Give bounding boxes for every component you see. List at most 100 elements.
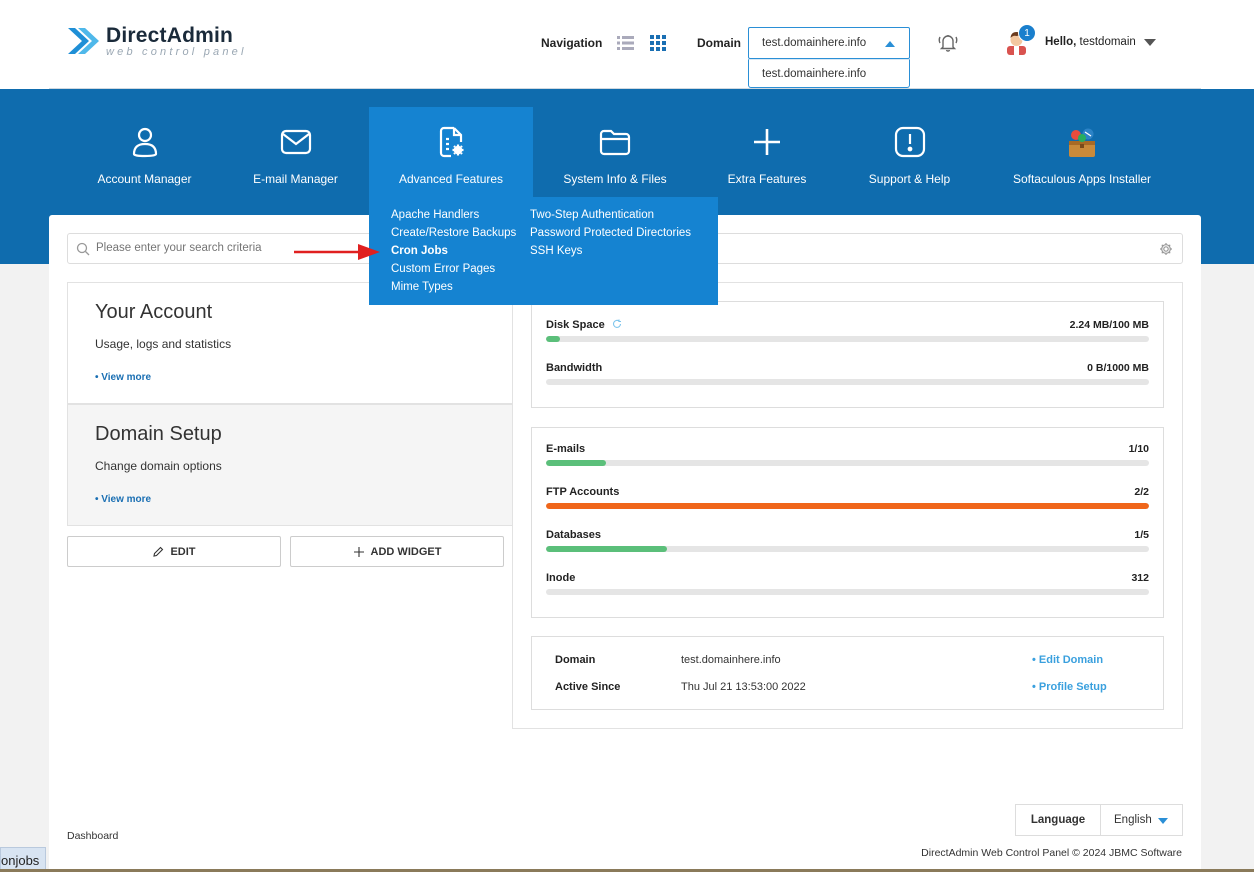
progress-fill [546, 336, 560, 342]
menu-email-manager[interactable]: E-mail Manager [240, 107, 351, 197]
chevron-down-icon[interactable] [1144, 39, 1156, 46]
add-widget-button[interactable]: ADD WIDGET [290, 536, 504, 567]
stat-value: 1/5 [1134, 529, 1149, 541]
divider [49, 88, 1201, 89]
hello-prefix: Hello, [1045, 36, 1077, 48]
user-icon [132, 127, 157, 158]
edit-domain-link[interactable]: • Edit Domain [1032, 654, 1103, 666]
domain-dropdown-option[interactable]: test.domainhere.info [748, 59, 910, 88]
menu-label: Support & Help [868, 172, 951, 186]
info-active-since-value: Thu Jul 21 13:53:00 2022 [681, 681, 806, 693]
menu-item-apache-handlers[interactable]: Apache Handlers [391, 208, 516, 226]
stat-label: FTP Accounts [546, 486, 620, 498]
menu-item-two-step-auth[interactable]: Two-Step Authentication [530, 208, 691, 226]
progress-bar [546, 589, 1149, 595]
gear-icon[interactable] [1159, 242, 1173, 256]
stat-value: 1/10 [1128, 443, 1149, 455]
progress-bar [546, 546, 1149, 552]
stat-label: Bandwidth [546, 362, 603, 374]
card-description: Usage, logs and statistics [95, 337, 232, 351]
logo[interactable]: DirectAdmin web control panel [66, 24, 247, 58]
grid-view-icon[interactable] [650, 35, 666, 51]
progress-fill [546, 460, 607, 466]
info-domain-value: test.domainhere.info [681, 654, 781, 666]
domain-select[interactable]: test.domainhere.info [748, 27, 910, 59]
caret-up-icon [885, 41, 895, 47]
breadcrumb[interactable]: Dashboard [67, 830, 118, 842]
stat-value: 0 B/1000 MB [1087, 362, 1149, 374]
dropdown-column-2: Two-Step Authentication Password Protect… [530, 208, 691, 262]
stat-value: 312 [1131, 572, 1149, 584]
menu-item-custom-error-pages[interactable]: Custom Error Pages [391, 262, 516, 280]
language-label: Language [1016, 805, 1101, 835]
edit-label: EDIT [170, 545, 196, 558]
directadmin-logo-icon [68, 28, 99, 54]
domain-selected-value: test.domainhere.info [762, 37, 867, 49]
refresh-icon[interactable] [612, 319, 622, 329]
dropdown-column-1: Apache Handlers Create/Restore Backups C… [391, 208, 516, 298]
view-more-label: View more [101, 494, 152, 505]
logo-title: DirectAdmin [106, 23, 234, 47]
plus-icon [353, 546, 364, 557]
card-title: Your Account [95, 301, 213, 323]
exclamation-icon [894, 126, 925, 158]
caret-down-icon [1158, 818, 1168, 824]
bell-icon[interactable] [936, 30, 960, 54]
notification-badge[interactable]: 1 [1018, 24, 1036, 42]
view-more-label: View more [101, 372, 152, 383]
menu-item-create-restore-backups[interactable]: Create/Restore Backups [391, 226, 516, 244]
menu-item-ssh-keys[interactable]: SSH Keys [530, 244, 691, 262]
file-gear-icon [439, 126, 464, 158]
folder-icon [599, 129, 631, 156]
menu-system-info-files[interactable]: System Info & Files [555, 107, 675, 197]
menu-item-password-protected-dirs[interactable]: Password Protected Directories [530, 226, 691, 244]
menu-extra-features[interactable]: Extra Features [715, 107, 819, 197]
menu-item-cron-jobs[interactable]: Cron Jobs [391, 244, 516, 262]
add-widget-label: ADD WIDGET [370, 545, 442, 558]
pencil-icon [153, 546, 164, 557]
menu-support-help[interactable]: Support & Help [856, 107, 963, 197]
menu-item-mime-types[interactable]: Mime Types [391, 280, 516, 298]
stat-label: E-mails [546, 443, 586, 455]
softaculous-icon [1069, 128, 1095, 157]
red-arrow-annotation [294, 244, 380, 260]
top-header: DirectAdmin web control panel Navigation… [0, 0, 1254, 89]
envelope-icon [280, 129, 311, 155]
card-description: Change domain options [95, 459, 222, 473]
menu-label: Softaculous Apps Installer [1012, 172, 1152, 186]
info-domain-label: Domain [555, 654, 596, 666]
plus-icon [754, 129, 780, 155]
edit-button[interactable]: EDIT [67, 536, 281, 567]
logo-subtitle: web control panel [106, 45, 247, 58]
info-active-since-label: Active Since [555, 681, 621, 693]
menu-label: E-mail Manager [253, 172, 338, 186]
profile-setup-link[interactable]: • Profile Setup [1032, 681, 1107, 693]
navigation-label: Navigation [541, 36, 603, 50]
card-title: Domain Setup [95, 423, 222, 445]
menu-softaculous[interactable]: Softaculous Apps Installer [1004, 107, 1160, 197]
language-value: English [1114, 814, 1152, 826]
menu-label: Advanced Features [398, 172, 504, 186]
user-greeting[interactable]: Hello, testdomain [1045, 36, 1136, 48]
progress-bar [546, 503, 1149, 509]
view-more-link[interactable]: • View more [95, 372, 151, 383]
stat-label: Databases [546, 529, 602, 541]
list-view-icon[interactable] [617, 35, 634, 51]
domain-info-box: Domain test.domainhere.info • Edit Domai… [531, 636, 1164, 710]
menu-label: Extra Features [727, 172, 807, 186]
search-icon [76, 242, 90, 256]
language-select[interactable]: Language English [1015, 804, 1183, 836]
view-more-link[interactable]: • View more [95, 494, 151, 505]
counts-box: E-mails 1/10 FTP Accounts 2/2 Databases … [531, 427, 1164, 618]
footer-copyright: DirectAdmin Web Control Panel © 2024 JBM… [921, 847, 1182, 859]
menu-account-manager[interactable]: Account Manager [84, 107, 205, 197]
stat-value: 2.24 MB/100 MB [1069, 319, 1149, 331]
menu-advanced-features[interactable]: Advanced Features [369, 107, 533, 197]
domain-label: Domain [697, 36, 742, 50]
progress-fill [546, 546, 667, 552]
menu-label: Account Manager [97, 172, 192, 186]
widget-domain-setup[interactable]: Domain Setup Change domain options • Vie… [67, 404, 513, 526]
status-tooltip: onjobs [0, 847, 47, 871]
progress-bar [546, 336, 1149, 342]
menu-label: System Info & Files [563, 172, 667, 186]
